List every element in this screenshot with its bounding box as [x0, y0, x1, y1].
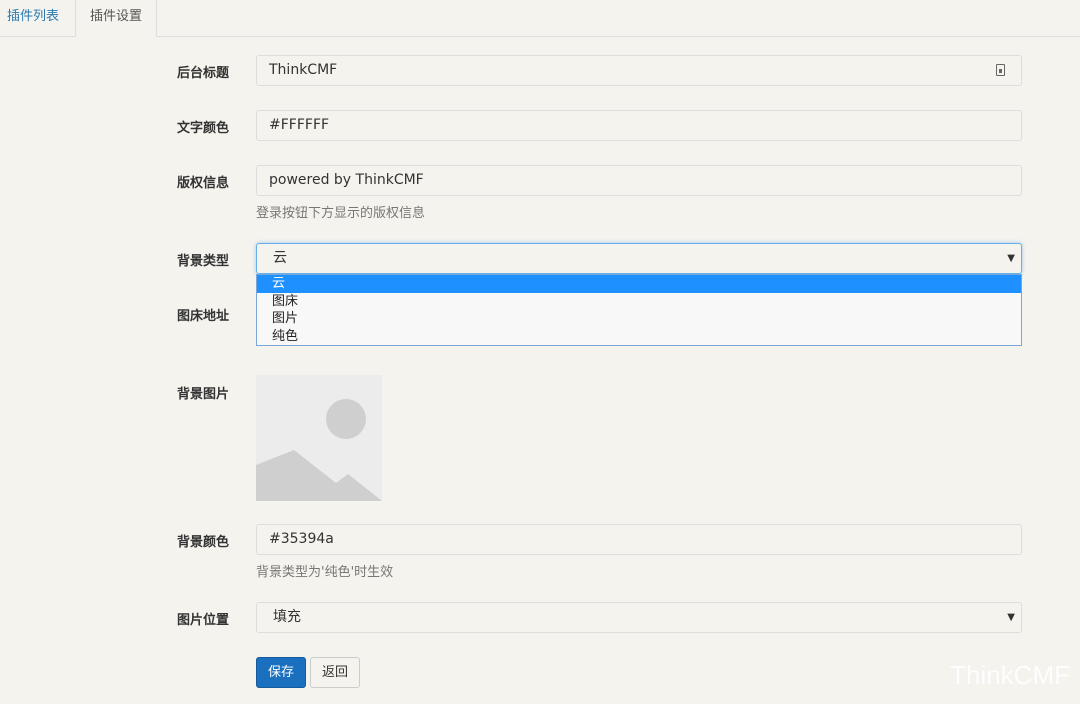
bg-color-label: 背景颜色 — [177, 535, 230, 550]
bg-color-value: #35394a — [269, 531, 334, 547]
bg-color-help: 背景类型为'纯色'时生效 — [256, 565, 394, 580]
chevron-down-icon: ▼ — [1007, 612, 1015, 623]
bg-color-input[interactable]: #35394a — [256, 524, 1022, 555]
clipboard-icon[interactable] — [996, 64, 1005, 76]
bg-image-label: 背景图片 — [177, 387, 230, 402]
image-host-label: 图床地址 — [177, 309, 230, 324]
dropdown-option-image-host[interactable]: 图床 — [257, 293, 1021, 311]
bg-image-placeholder[interactable] — [256, 375, 382, 501]
text-color-value: #FFFFFF — [269, 117, 330, 133]
admin-title-label: 后台标题 — [177, 66, 230, 81]
tab-bar: 插件列表 插件设置 — [0, 0, 1080, 37]
tab-plugin-settings[interactable]: 插件设置 — [75, 0, 157, 37]
back-button[interactable]: 返回 — [310, 657, 360, 688]
dropdown-option-solid[interactable]: 纯色 — [257, 328, 1021, 346]
chevron-down-icon: ▼ — [1007, 253, 1015, 264]
image-position-value: 填充 — [273, 609, 301, 625]
admin-title-input[interactable]: ThinkCMF — [256, 55, 1022, 86]
admin-title-value: ThinkCMF — [269, 62, 338, 78]
dropdown-option-image[interactable]: 图片 — [257, 310, 1021, 328]
image-placeholder-icon — [256, 450, 382, 501]
dropdown-option-cloud[interactable]: 云 — [257, 275, 1021, 293]
bg-type-dropdown: 云 图床 图片 纯色 — [256, 274, 1022, 346]
text-color-input[interactable]: #FFFFFF — [256, 110, 1022, 141]
text-color-label: 文字颜色 — [177, 121, 230, 136]
copyright-label: 版权信息 — [177, 176, 230, 191]
watermark-logo: ThinkCMF — [950, 660, 1070, 690]
save-button[interactable]: 保存 — [256, 657, 306, 688]
bg-type-value: 云 — [273, 250, 287, 266]
image-position-select[interactable]: 填充 ▼ — [256, 602, 1022, 633]
tab-plugin-list[interactable]: 插件列表 — [0, 0, 74, 36]
image-position-label: 图片位置 — [177, 613, 230, 628]
copyright-value: powered by ThinkCMF — [269, 172, 424, 188]
bg-type-select[interactable]: 云 ▼ — [256, 243, 1022, 274]
bg-type-label: 背景类型 — [177, 254, 230, 269]
copyright-help: 登录按钮下方显示的版权信息 — [256, 206, 426, 221]
copyright-input[interactable]: powered by ThinkCMF — [256, 165, 1022, 196]
